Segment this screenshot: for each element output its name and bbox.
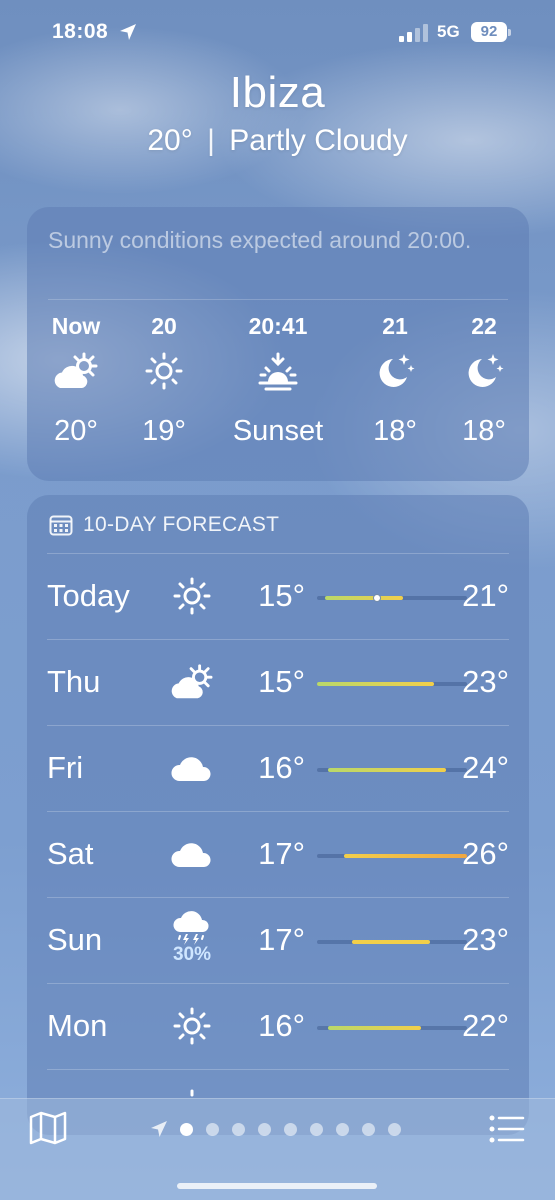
cloud-icon — [167, 826, 217, 882]
bottom-toolbar — [0, 1098, 555, 1200]
hour-temperature: 19° — [142, 415, 186, 447]
forecast-row[interactable]: Today 15° 21° — [47, 553, 509, 639]
forecast-row[interactable]: Mon 16° 22° — [47, 983, 509, 1069]
ten-day-forecast-card[interactable]: 10-DAY FORECAST Today 15° 21° Thu 15° 23… — [27, 495, 529, 1135]
forecast-header: 10-DAY FORECAST — [49, 511, 279, 539]
page-dot[interactable] — [388, 1122, 401, 1136]
forecast-high: 22° — [462, 1008, 509, 1043]
sun-icon — [167, 568, 217, 624]
forecast-row[interactable]: Sat 17° 26° — [47, 811, 509, 897]
page-dot[interactable] — [258, 1122, 271, 1136]
calendar-icon — [49, 515, 73, 536]
location-arrow-icon — [120, 24, 136, 40]
temperature-range-fill — [327, 1026, 421, 1030]
sunset-icon — [223, 341, 333, 401]
list-icon[interactable] — [488, 1113, 526, 1145]
hour-label: 22 — [471, 313, 497, 339]
forecast-row[interactable]: Thu 15° 23° — [47, 639, 509, 725]
forecast-low: 16° — [258, 1008, 305, 1043]
hour-label: 20 — [151, 313, 177, 339]
battery-icon: 92 — [471, 22, 511, 42]
condition-text: Partly Cloudy — [229, 124, 408, 157]
hourly-forecast-card[interactable]: Sunny conditions expected around 20:00. … — [27, 207, 529, 481]
cloud-icon — [167, 740, 217, 796]
forecast-high: 26° — [462, 836, 509, 871]
city-name: Ibiza — [229, 68, 326, 117]
forecast-day: Mon — [47, 1008, 108, 1043]
location-header: Ibiza 20° | Partly Cloudy — [0, 68, 555, 158]
current-location-icon[interactable] — [150, 1120, 168, 1138]
forecast-high: 23° — [462, 664, 509, 699]
forecast-low: 15° — [258, 578, 305, 613]
temperature-range-fill — [344, 854, 467, 858]
forecast-high: 21° — [462, 578, 509, 613]
forecast-high: 23° — [462, 922, 509, 957]
current-temperature-dot — [373, 594, 381, 602]
forecast-row[interactable]: Sun 30% 17° 23° — [47, 897, 509, 983]
moon-stars-icon — [429, 341, 539, 401]
precipitation-chance: 30% — [172, 944, 212, 965]
cellular-signal-icon — [399, 24, 428, 42]
home-indicator — [177, 1183, 377, 1189]
page-dot[interactable] — [362, 1122, 375, 1136]
page-dots — [180, 1122, 414, 1136]
page-indicator[interactable] — [150, 1119, 414, 1139]
current-conditions: 20° | Partly Cloudy — [0, 124, 555, 158]
hour-item: 20 19° — [109, 311, 219, 451]
current-temperature: 20° — [147, 124, 193, 157]
partly-cloudy-icon — [167, 654, 217, 710]
hourly-summary: Sunny conditions expected around 20:00. — [48, 227, 472, 253]
hour-temperature: Sunset — [232, 415, 324, 447]
temperature-range-bar — [317, 768, 467, 772]
hour-item: 20:41 Sunset — [223, 311, 333, 451]
temperature-range-bar — [317, 940, 467, 944]
page-dot[interactable] — [180, 1122, 193, 1136]
forecast-low: 17° — [258, 922, 305, 957]
hour-label: 20:41 — [248, 313, 308, 339]
separator: | — [207, 124, 215, 157]
forecast-title: 10-DAY FORECAST — [83, 513, 280, 536]
divider — [48, 299, 508, 300]
page-dot[interactable] — [232, 1122, 245, 1136]
temperature-range-fill — [351, 940, 430, 944]
hour-item: 22 18° — [429, 311, 539, 451]
forecast-day: Thu — [47, 664, 101, 699]
forecast-low: 15° — [258, 664, 305, 699]
temperature-range-fill — [317, 682, 434, 686]
temperature-range-bar — [317, 682, 467, 686]
battery-level: 92 — [471, 22, 507, 42]
page-dot[interactable] — [310, 1122, 323, 1136]
page-dot[interactable] — [206, 1122, 219, 1136]
sun-icon — [167, 998, 217, 1054]
forecast-day: Today — [47, 578, 130, 613]
forecast-high: 24° — [462, 750, 509, 785]
hour-temperature: 18° — [462, 415, 506, 447]
page-dot[interactable] — [336, 1122, 349, 1136]
page-dot[interactable] — [284, 1122, 297, 1136]
temperature-range-bar — [317, 594, 467, 602]
forecast-day: Sat — [47, 836, 94, 871]
thunderstorm-icon: 30% — [167, 906, 217, 970]
forecast-day: Sun — [47, 922, 103, 957]
temperature-range-fill — [324, 596, 403, 600]
network-type: 5G — [437, 22, 460, 41]
temperature-range-bar — [317, 1026, 467, 1030]
status-time: 18:08 — [52, 20, 109, 43]
status-bar: 18:08 5G 92 — [0, 0, 555, 66]
forecast-row[interactable]: Fri 16° 24° — [47, 725, 509, 811]
forecast-day: Fri — [47, 750, 84, 785]
forecast-low: 16° — [258, 750, 305, 785]
forecast-low: 17° — [258, 836, 305, 871]
sun-icon — [109, 341, 219, 401]
temperature-range-fill — [327, 768, 446, 772]
map-icon[interactable] — [29, 1111, 67, 1145]
temperature-range-bar — [317, 854, 467, 858]
